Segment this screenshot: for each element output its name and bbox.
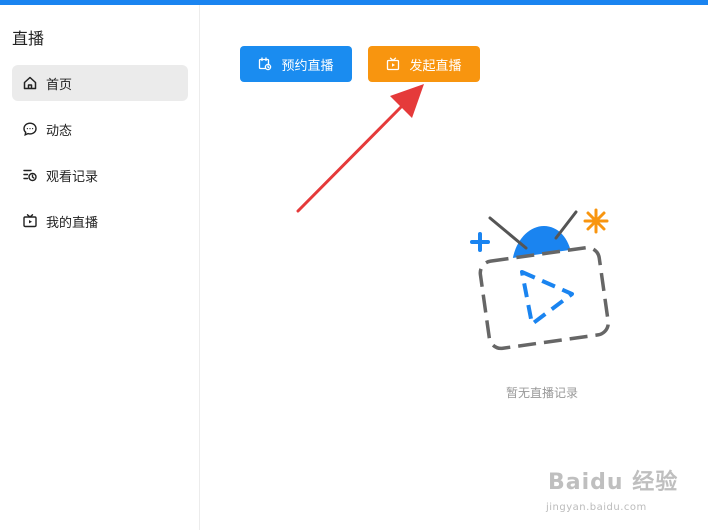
sidebar: 直播 首页 动态 观看记录 我的直播 <box>0 5 200 530</box>
app-window: 直播 首页 动态 观看记录 我的直播 预约直播 发起直播 暂无直播记录 Baid… <box>0 0 708 530</box>
tv-icon <box>22 213 38 229</box>
sidebar-item-label: 观看记录 <box>46 169 99 185</box>
sidebar-item-my-live[interactable]: 我的直播 <box>12 203 188 239</box>
chat-bubble-icon <box>22 121 38 137</box>
tv-play-illustration-icon <box>470 208 611 351</box>
watermark-url: jingyan.baidu.com <box>546 502 647 513</box>
sidebar-item-home[interactable]: 首页 <box>12 65 188 101</box>
sidebar-item-watch-history[interactable]: 观看记录 <box>12 157 188 193</box>
calendar-clock-icon <box>258 57 272 71</box>
sidebar-item-label: 首页 <box>46 77 73 93</box>
watermark: Baidu 经验 jingyan.baidu.com <box>540 456 705 524</box>
sidebar-item-dynamics[interactable]: 动态 <box>12 111 188 147</box>
sidebar-item-label: 动态 <box>46 123 73 139</box>
watermark-brand: Baidu 经验 <box>548 470 679 495</box>
home-icon <box>22 75 38 91</box>
sidebar-item-label: 我的直播 <box>46 215 99 231</box>
sidebar-title: 直播 <box>12 29 45 48</box>
tv-play-icon <box>386 57 400 71</box>
annotation-arrow <box>296 84 424 213</box>
watch-history-icon <box>22 167 38 183</box>
empty-state-text: 暂无直播记录 <box>505 386 578 400</box>
